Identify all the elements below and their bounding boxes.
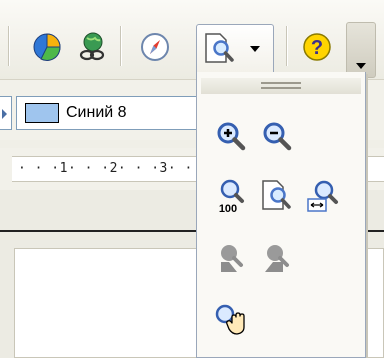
flyout-drag-handle[interactable] bbox=[201, 78, 361, 94]
zoom-next-button[interactable] bbox=[255, 236, 299, 280]
zoom-in-icon bbox=[217, 122, 246, 151]
zoom-next-icon bbox=[265, 245, 289, 272]
line-color-label: Синий 8 bbox=[66, 104, 127, 121]
navigator-button[interactable] bbox=[134, 26, 176, 68]
zoom-page-width-icon bbox=[307, 180, 338, 212]
chevron-down-icon bbox=[356, 63, 366, 69]
pie-chart-icon bbox=[33, 33, 61, 61]
zoom-main[interactable] bbox=[197, 26, 243, 72]
zoom-previous-icon bbox=[221, 245, 243, 272]
zoom-dropdown-arrow[interactable] bbox=[243, 26, 267, 72]
zoom-icon bbox=[205, 32, 234, 63]
main-toolbar: ? bbox=[0, 0, 384, 80]
chart-button[interactable] bbox=[26, 26, 68, 68]
help-icon: ? bbox=[303, 33, 331, 61]
help-button[interactable]: ? bbox=[296, 26, 338, 68]
toolbar-separator bbox=[8, 26, 10, 66]
zoom-in-button[interactable] bbox=[209, 114, 253, 158]
zoom-page-button[interactable] bbox=[255, 174, 299, 218]
zoom-button[interactable] bbox=[196, 24, 274, 72]
zoom-out-icon bbox=[263, 122, 292, 151]
svg-text:?: ? bbox=[311, 37, 323, 59]
zoom-whole-page-icon bbox=[262, 180, 291, 210]
zoom-out-button[interactable] bbox=[255, 114, 299, 158]
line-color-select[interactable]: Синий 8 bbox=[16, 96, 198, 130]
hyperlink-button[interactable] bbox=[72, 26, 114, 68]
chevron-down-icon bbox=[250, 45, 260, 52]
previous-field-arrow[interactable] bbox=[0, 96, 12, 130]
toolbar-separator bbox=[120, 26, 122, 66]
pan-hand-icon bbox=[215, 304, 245, 335]
globe-link-icon bbox=[79, 32, 105, 61]
zoom-100-button[interactable]: 100 bbox=[209, 174, 253, 218]
zoom-previous-button[interactable] bbox=[209, 236, 253, 280]
pan-button[interactable] bbox=[209, 298, 253, 342]
toolbar-separator bbox=[286, 26, 288, 66]
zoom-100-caption: 100 bbox=[219, 203, 237, 214]
zoom-flyout: 100 bbox=[196, 72, 366, 358]
toolbar-overflow-button[interactable] bbox=[346, 22, 376, 78]
zoom-100-icon: 100 bbox=[219, 179, 244, 214]
color-swatch bbox=[25, 103, 59, 123]
compass-icon bbox=[141, 33, 169, 61]
zoom-page-width-button[interactable] bbox=[301, 174, 345, 218]
